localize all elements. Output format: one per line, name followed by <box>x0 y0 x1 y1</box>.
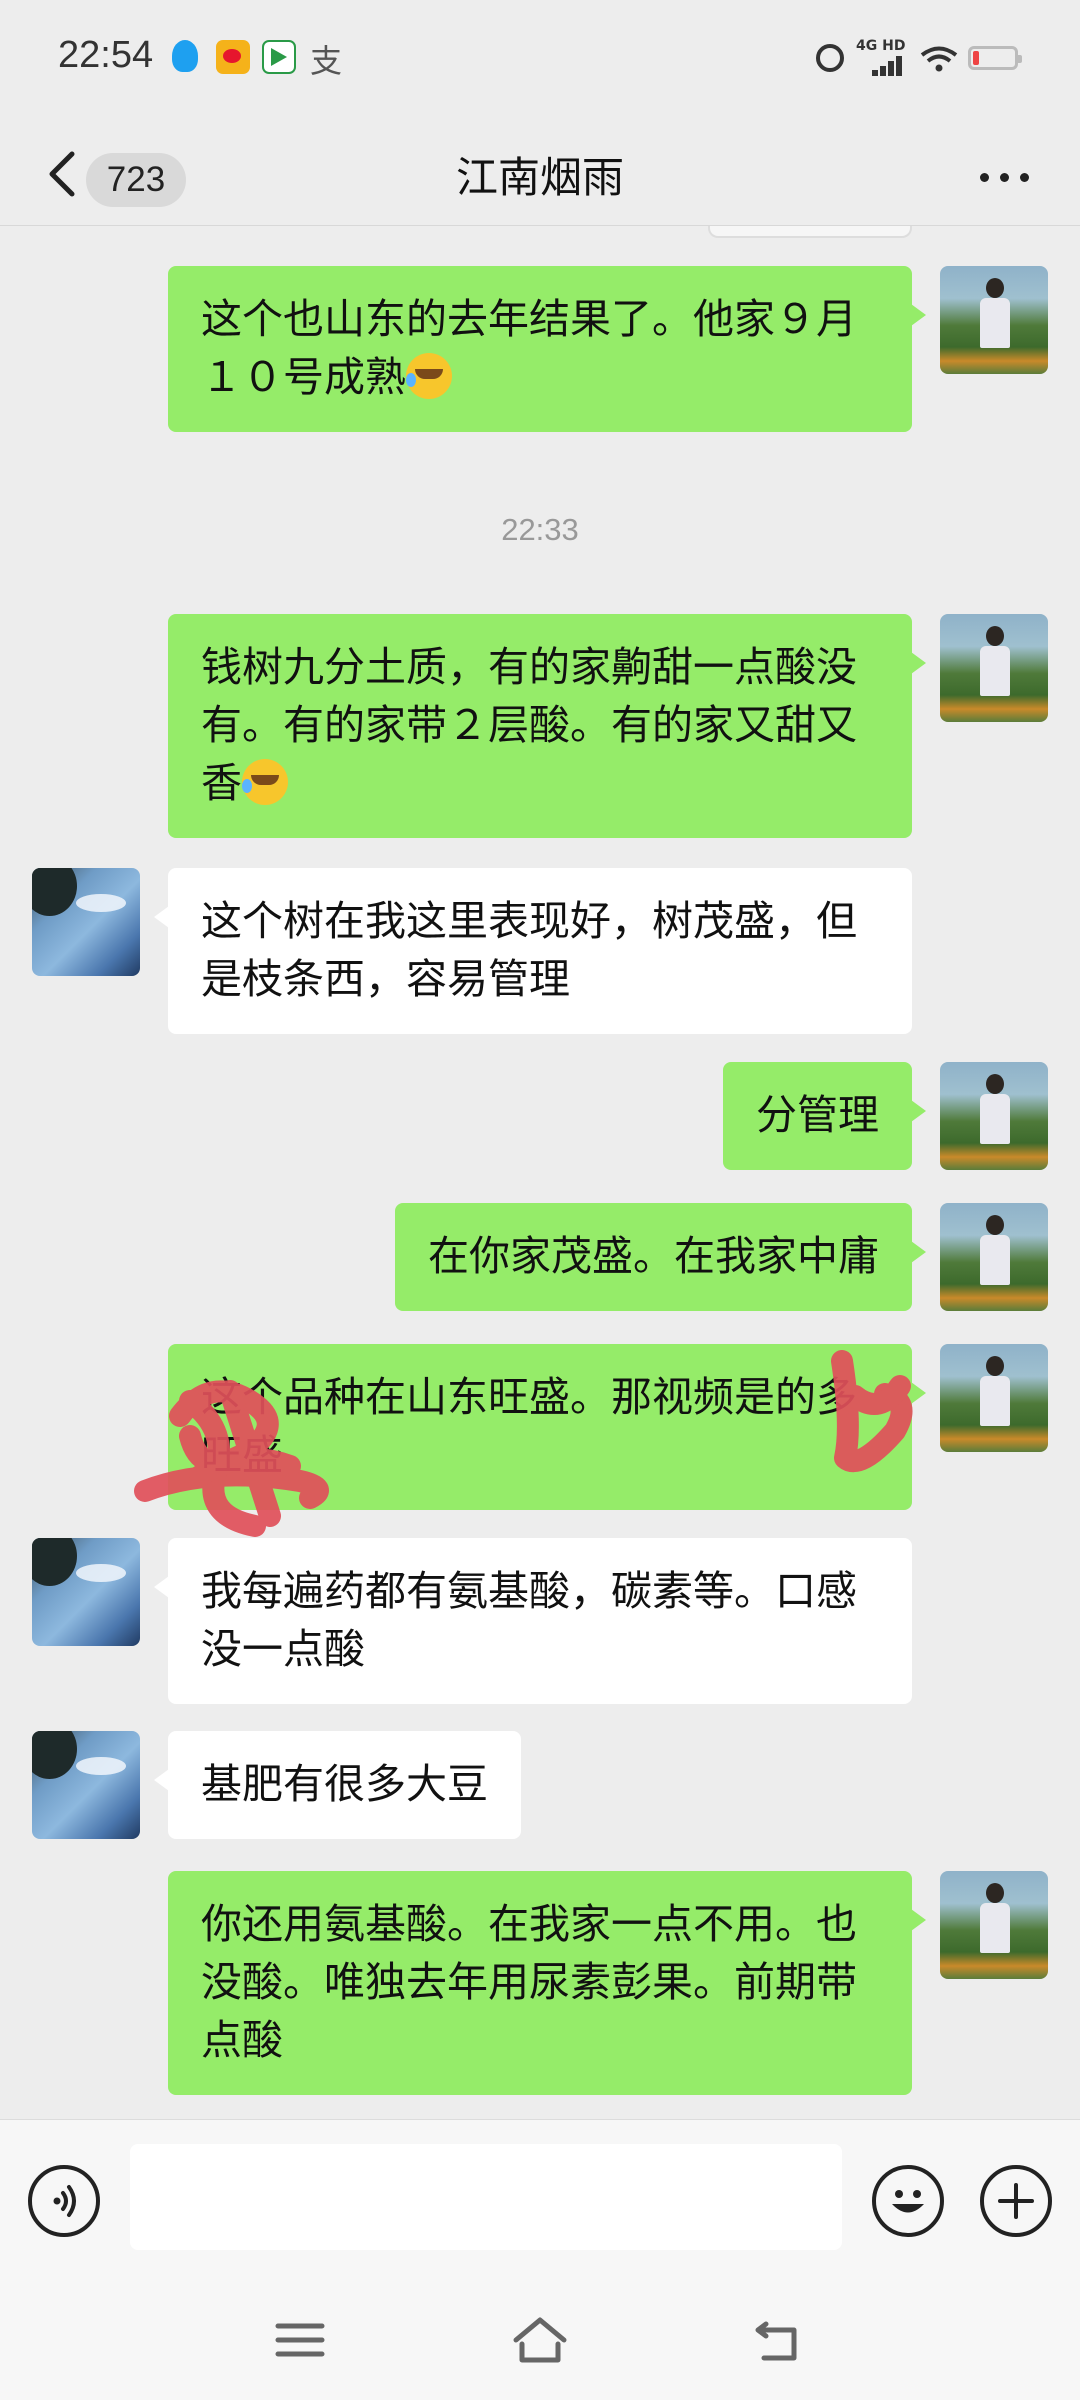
voice-icon[interactable] <box>28 2165 100 2237</box>
message-text: 基肥有很多大豆 <box>201 1760 488 1808</box>
back-arrow-icon[interactable] <box>750 2310 810 2370</box>
chat-title: 江南烟雨 <box>455 153 624 202</box>
outgoing-message-bubble[interactable]: 你还用氨基酸。在我家一点不用。也没酸。唯独去年用尿素彭果。前期带点酸 <box>168 1871 926 2095</box>
outgoing-message-bubble[interactable]: 这个品种在山东旺盛。那视频是的多旺盛 <box>168 1344 926 1510</box>
network-type-label: 4G HD <box>856 38 906 54</box>
message-list[interactable]: 这个也山东的去年结果了。他家９月１０号成熟 22:33 钱树九分土质，有的家齁甜… <box>0 226 1080 2118</box>
incoming-message-bubble[interactable]: 我每遍药都有氨基酸，碳素等。口感没一点酸 <box>154 1538 912 1704</box>
my-avatar[interactable] <box>940 1203 1048 1311</box>
status-bar: 22:54 支 4G HD <box>0 0 1080 120</box>
wifi-icon <box>920 46 958 72</box>
status-extra-glyph: 支 <box>310 42 343 80</box>
my-avatar[interactable] <box>940 1344 1048 1452</box>
signal-icon <box>872 56 904 76</box>
outgoing-message-bubble[interactable]: 这个也山东的去年结果了。他家９月１０号成熟 <box>168 266 926 432</box>
home-icon[interactable] <box>510 2310 570 2370</box>
friend-avatar[interactable] <box>32 1538 140 1646</box>
rofl-emoji-icon <box>242 759 288 805</box>
message-text: 在你家茂盛。在我家中庸 <box>428 1232 879 1280</box>
message-text: 这个树在我这里表现好，树茂盛，但是枝条西，容易管理 <box>201 897 857 1003</box>
video-app-icon <box>262 40 296 74</box>
my-avatar[interactable] <box>940 266 1048 374</box>
message-timestamp: 22:33 <box>501 512 579 547</box>
friend-avatar[interactable] <box>32 868 140 976</box>
chat-input-bar <box>0 2119 1080 2280</box>
incoming-message-bubble[interactable]: 这个树在我这里表现好，树茂盛，但是枝条西，容易管理 <box>154 868 912 1034</box>
outgoing-message-bubble[interactable]: 在你家茂盛。在我家中庸 <box>395 1203 926 1311</box>
incoming-message-bubble[interactable]: 基肥有很多大豆 <box>154 1731 521 1839</box>
friend-avatar[interactable] <box>32 1731 140 1839</box>
outgoing-message-bubble[interactable]: 分管理 <box>723 1062 926 1170</box>
message-text: 这个品种在山东旺盛。那视频是的多旺盛 <box>201 1373 857 1479</box>
status-time: 22:54 <box>58 34 154 76</box>
qq-icon <box>172 40 198 72</box>
my-avatar[interactable] <box>940 1062 1048 1170</box>
rofl-emoji-icon <box>406 353 452 399</box>
message-text: 你还用氨基酸。在我家一点不用。也没酸。唯独去年用尿素彭果。前期带点酸 <box>201 1900 857 2064</box>
message-text: 钱树九分土质，有的家齁甜一点酸没有。有的家带２层酸。有的家又甜又香 <box>201 643 857 807</box>
system-navigation-bar <box>0 2280 1080 2400</box>
weibo-icon <box>216 40 250 74</box>
chat-header: 723 江南烟雨 <box>0 120 1080 226</box>
outgoing-message-bubble[interactable]: 钱树九分土质，有的家齁甜一点酸没有。有的家带２层酸。有的家又甜又香 <box>168 614 926 838</box>
message-text: 我每遍药都有氨基酸，碳素等。口感没一点酸 <box>201 1567 857 1673</box>
battery-low-icon <box>968 46 1022 70</box>
message-input[interactable] <box>130 2144 842 2250</box>
menu-icon[interactable] <box>270 2310 330 2370</box>
previous-message-edge <box>708 226 912 238</box>
redaction-scribble <box>134 1350 913 1537</box>
plus-circle-icon[interactable] <box>980 2165 1052 2237</box>
message-text: 分管理 <box>756 1091 879 1139</box>
message-text: 这个也山东的去年结果了。他家９月１０号成熟 <box>201 295 857 401</box>
smiley-icon[interactable] <box>872 2165 944 2237</box>
alarm-icon <box>816 44 844 72</box>
my-avatar[interactable] <box>940 614 1048 722</box>
my-avatar[interactable] <box>940 1871 1048 1979</box>
more-dots-icon[interactable] <box>978 156 1032 196</box>
